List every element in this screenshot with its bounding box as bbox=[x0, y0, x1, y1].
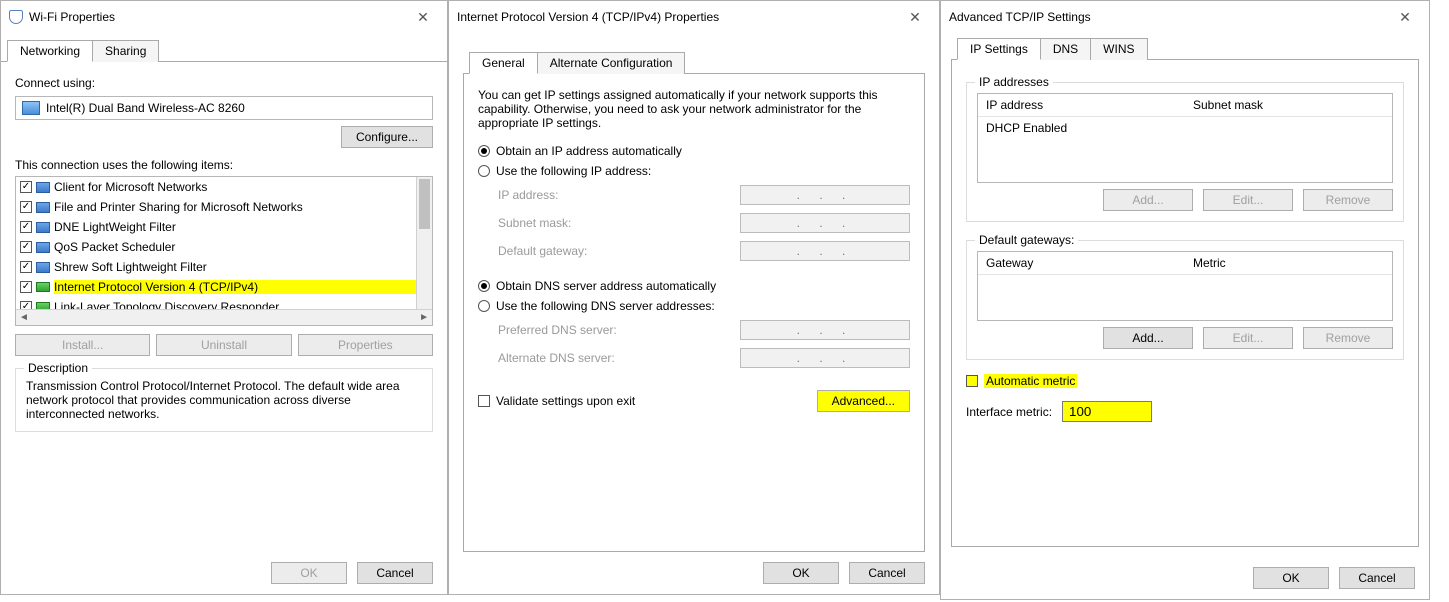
subnet-label: Subnet mask: bbox=[498, 216, 668, 230]
titlebar: Internet Protocol Version 4 (TCP/IPv4) P… bbox=[449, 1, 939, 33]
wifi-properties-dialog: Wi-Fi Properties ✕ Networking Sharing Co… bbox=[0, 0, 448, 595]
item-checkbox[interactable] bbox=[20, 241, 32, 253]
cancel-button[interactable]: Cancel bbox=[1339, 567, 1415, 589]
tab-sharing[interactable]: Sharing bbox=[92, 40, 159, 62]
dialog-title: Advanced TCP/IP Settings bbox=[949, 10, 1091, 24]
item-checkbox[interactable] bbox=[20, 281, 32, 293]
dns1-label: Preferred DNS server: bbox=[498, 323, 668, 337]
col-subnet: Subnet mask bbox=[1185, 94, 1392, 116]
dns1-field: . . . bbox=[740, 320, 910, 340]
ok-button[interactable]: OK bbox=[1253, 567, 1329, 589]
tab-ip-settings[interactable]: IP Settings bbox=[957, 38, 1041, 60]
protocol-icon bbox=[36, 282, 50, 292]
radio-dns-manual[interactable]: Use the following DNS server addresses: bbox=[478, 299, 910, 313]
gw-edit-button[interactable]: Edit... bbox=[1203, 327, 1293, 349]
gateways-table[interactable]: Gateway Metric bbox=[977, 251, 1393, 321]
scrollbar-vertical[interactable] bbox=[416, 177, 432, 309]
configure-button[interactable]: Configure... bbox=[341, 126, 433, 148]
wifi-icon bbox=[9, 10, 23, 24]
list-item-tcpipv4[interactable]: Internet Protocol Version 4 (TCP/IPv4) bbox=[54, 280, 428, 294]
install-button[interactable]: Install... bbox=[15, 334, 150, 356]
col-ip-address: IP address bbox=[978, 94, 1185, 116]
description-label: Description bbox=[24, 361, 92, 375]
service-icon bbox=[36, 262, 50, 273]
items-label: This connection uses the following items… bbox=[15, 158, 433, 172]
adapter-name: Intel(R) Dual Band Wireless-AC 8260 bbox=[46, 101, 245, 115]
radio-ip-auto[interactable]: Obtain an IP address automatically bbox=[478, 144, 910, 158]
radio-ip-manual[interactable]: Use the following IP address: bbox=[478, 164, 910, 178]
cancel-button[interactable]: Cancel bbox=[357, 562, 433, 584]
item-checkbox[interactable] bbox=[20, 201, 32, 213]
tab-general[interactable]: General bbox=[469, 52, 538, 74]
tab-alternate[interactable]: Alternate Configuration bbox=[537, 52, 686, 74]
scrollbar-horizontal[interactable]: ◄► bbox=[16, 309, 432, 325]
client-icon bbox=[36, 182, 50, 193]
auto-metric-checkbox[interactable]: Automatic metric bbox=[966, 374, 1404, 388]
advanced-tcpip-dialog: Advanced TCP/IP Settings ✕ IP Settings D… bbox=[940, 0, 1430, 600]
adapter-field: Intel(R) Dual Band Wireless-AC 8260 bbox=[15, 96, 433, 120]
dns2-field: . . . bbox=[740, 348, 910, 368]
list-item[interactable]: Shrew Soft Lightweight Filter bbox=[54, 260, 428, 274]
interface-metric-label: Interface metric: bbox=[966, 405, 1052, 419]
ip-remove-button[interactable]: Remove bbox=[1303, 189, 1393, 211]
list-item[interactable]: DNE LightWeight Filter bbox=[54, 220, 428, 234]
titlebar: Advanced TCP/IP Settings ✕ bbox=[941, 1, 1429, 33]
cancel-button[interactable]: Cancel bbox=[849, 562, 925, 584]
item-checkbox[interactable] bbox=[20, 181, 32, 193]
close-icon[interactable]: ✕ bbox=[1385, 3, 1425, 31]
description-text: Transmission Control Protocol/Internet P… bbox=[26, 379, 422, 421]
item-checkbox[interactable] bbox=[20, 261, 32, 273]
gw-remove-button[interactable]: Remove bbox=[1303, 327, 1393, 349]
ip-addresses-group: IP addresses IP address Subnet mask DHCP… bbox=[966, 82, 1404, 222]
subnet-field: . . . bbox=[740, 213, 910, 233]
tabs: Networking Sharing bbox=[1, 39, 447, 62]
advanced-button[interactable]: Advanced... bbox=[817, 390, 910, 412]
ip-addresses-table[interactable]: IP address Subnet mask DHCP Enabled bbox=[977, 93, 1393, 183]
validate-checkbox[interactable]: Validate settings upon exit bbox=[478, 394, 635, 408]
dialog-title: Internet Protocol Version 4 (TCP/IPv4) P… bbox=[457, 10, 719, 24]
radio-dns-auto[interactable]: Obtain DNS server address automatically bbox=[478, 279, 910, 293]
list-item[interactable]: QoS Packet Scheduler bbox=[54, 240, 428, 254]
gateway-label: Default gateway: bbox=[498, 244, 668, 258]
service-icon bbox=[36, 222, 50, 233]
ip-add-button[interactable]: Add... bbox=[1103, 189, 1193, 211]
tab-dns[interactable]: DNS bbox=[1040, 38, 1091, 60]
dialog-title: Wi-Fi Properties bbox=[29, 10, 115, 24]
uninstall-button[interactable]: Uninstall bbox=[156, 334, 291, 356]
tabs: General Alternate Configuration bbox=[463, 51, 925, 74]
list-item[interactable]: Client for Microsoft Networks bbox=[54, 180, 428, 194]
adapter-icon bbox=[22, 101, 40, 115]
col-gateway: Gateway bbox=[978, 252, 1185, 274]
interface-metric-input[interactable] bbox=[1062, 401, 1152, 422]
ip-address-field: . . . bbox=[740, 185, 910, 205]
gateway-field: . . . bbox=[740, 241, 910, 261]
item-checkbox[interactable] bbox=[20, 221, 32, 233]
dhcp-enabled-row[interactable]: DHCP Enabled bbox=[978, 117, 1392, 139]
tabs: IP Settings DNS WINS bbox=[951, 37, 1419, 60]
ipv4-properties-dialog: Internet Protocol Version 4 (TCP/IPv4) P… bbox=[448, 0, 940, 595]
tab-networking[interactable]: Networking bbox=[7, 40, 93, 62]
titlebar: Wi-Fi Properties ✕ bbox=[1, 1, 447, 33]
list-item[interactable]: File and Printer Sharing for Microsoft N… bbox=[54, 200, 428, 214]
gw-add-button[interactable]: Add... bbox=[1103, 327, 1193, 349]
properties-button[interactable]: Properties bbox=[298, 334, 433, 356]
close-icon[interactable]: ✕ bbox=[895, 3, 935, 31]
tab-wins[interactable]: WINS bbox=[1090, 38, 1147, 60]
connect-using-label: Connect using: bbox=[15, 76, 433, 90]
service-icon bbox=[36, 242, 50, 253]
items-listbox[interactable]: Client for Microsoft Networks File and P… bbox=[15, 176, 433, 326]
dns2-label: Alternate DNS server: bbox=[498, 351, 668, 365]
ip-address-label: IP address: bbox=[498, 188, 668, 202]
ok-button[interactable]: OK bbox=[271, 562, 347, 584]
service-icon bbox=[36, 202, 50, 213]
close-icon[interactable]: ✕ bbox=[403, 3, 443, 31]
intro-text: You can get IP settings assigned automat… bbox=[478, 88, 910, 130]
col-metric: Metric bbox=[1185, 252, 1392, 274]
gateways-group: Default gateways: Gateway Metric Add... … bbox=[966, 240, 1404, 360]
ip-edit-button[interactable]: Edit... bbox=[1203, 189, 1293, 211]
ok-button[interactable]: OK bbox=[763, 562, 839, 584]
